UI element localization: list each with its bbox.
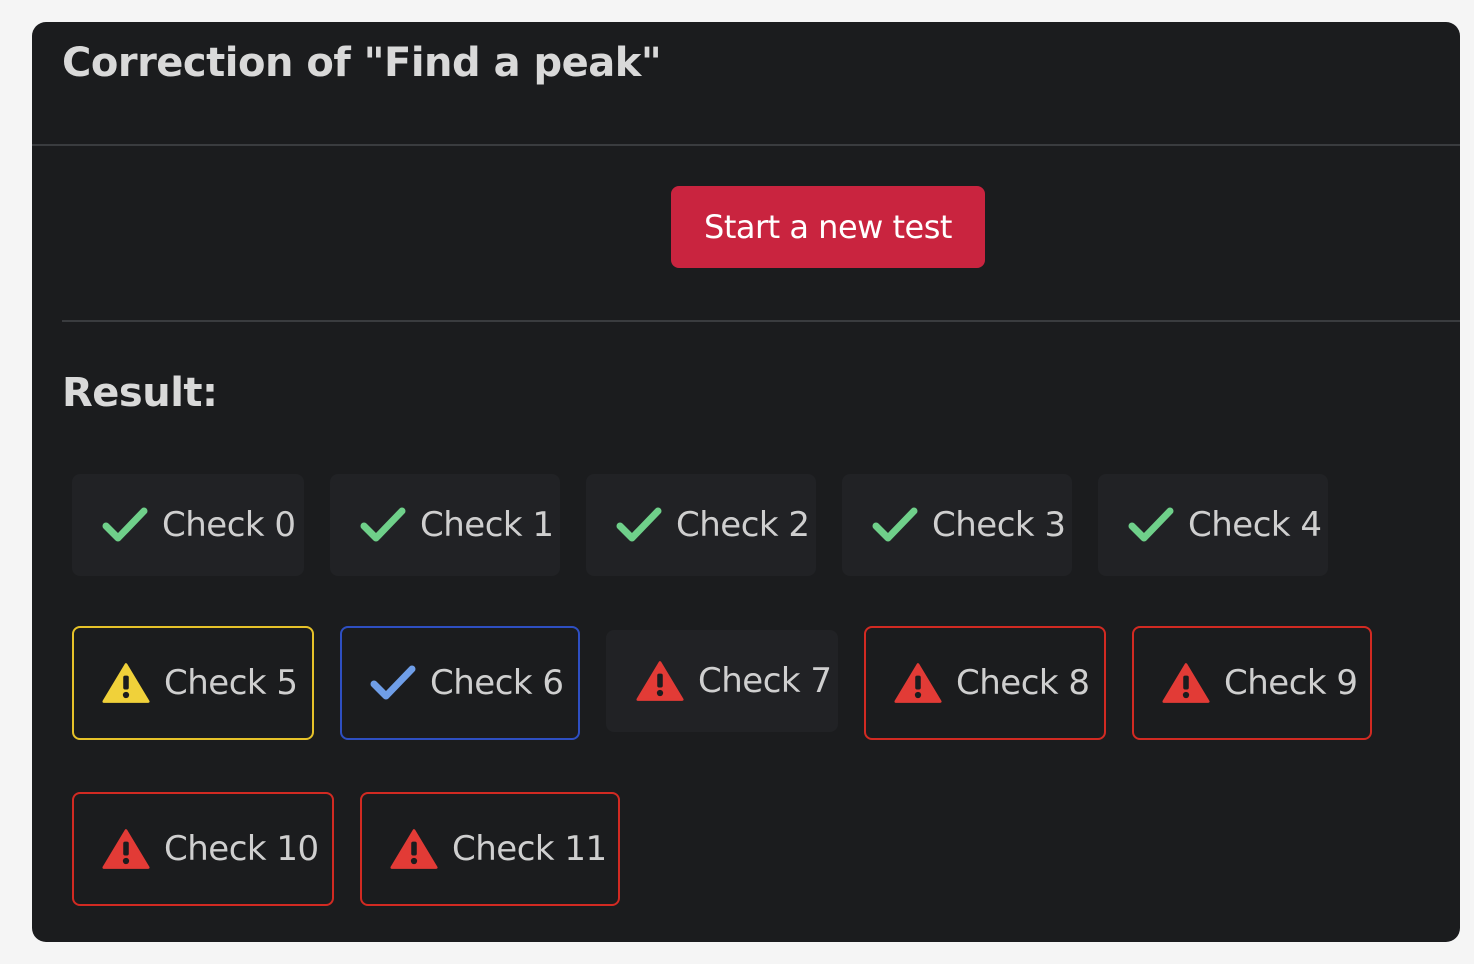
check-7-chip[interactable]: Check 7 xyxy=(606,630,838,732)
check-0-chip[interactable]: Check 0 xyxy=(72,474,304,576)
checkmark-icon xyxy=(616,501,662,549)
check-label: Check 3 xyxy=(932,505,1066,545)
checks-row-1: Check 0 Check 1 Check 2 Check 3 Check 4 xyxy=(72,474,1328,576)
result-heading: Result: xyxy=(62,370,218,416)
check-label: Check 4 xyxy=(1188,505,1322,545)
checks-row-2: Check 5 Check 6 Check 7 Check 8 Check 9 xyxy=(72,626,1372,740)
check-8-chip[interactable]: Check 8 xyxy=(864,626,1106,740)
checkmark-icon xyxy=(1128,501,1174,549)
check-5-chip[interactable]: Check 5 xyxy=(72,626,314,740)
check-label: Check 8 xyxy=(956,663,1090,703)
checkmark-icon xyxy=(102,501,148,549)
check-10-chip[interactable]: Check 10 xyxy=(72,792,334,906)
action-area: Start a new test xyxy=(32,146,1460,322)
check-label: Check 1 xyxy=(420,505,554,545)
check-label: Check 0 xyxy=(162,505,296,545)
warning-icon xyxy=(390,825,438,873)
check-label: Check 9 xyxy=(1224,663,1358,703)
start-new-test-button[interactable]: Start a new test xyxy=(671,186,985,268)
correction-card: Correction of "Find a peak" Start a new … xyxy=(32,22,1460,942)
warning-icon xyxy=(102,659,150,707)
warning-icon xyxy=(102,825,150,873)
check-9-chip[interactable]: Check 9 xyxy=(1132,626,1372,740)
check-label: Check 7 xyxy=(698,661,832,701)
check-11-chip[interactable]: Check 11 xyxy=(360,792,620,906)
check-label: Check 11 xyxy=(452,829,607,869)
warning-icon xyxy=(894,659,942,707)
check-4-chip[interactable]: Check 4 xyxy=(1098,474,1328,576)
check-label: Check 6 xyxy=(430,663,564,703)
checkmark-icon xyxy=(370,659,416,707)
check-label: Check 5 xyxy=(164,663,298,703)
warning-icon xyxy=(1162,659,1210,707)
warning-icon xyxy=(636,657,684,705)
check-3-chip[interactable]: Check 3 xyxy=(842,474,1072,576)
checks-row-3: Check 10 Check 11 xyxy=(72,792,620,906)
section-divider xyxy=(62,320,1460,322)
card-header: Correction of "Find a peak" xyxy=(32,22,1460,146)
check-6-chip[interactable]: Check 6 xyxy=(340,626,580,740)
page-title: Correction of "Find a peak" xyxy=(62,39,662,86)
check-label: Check 2 xyxy=(676,505,810,545)
checkmark-icon xyxy=(360,501,406,549)
checkmark-icon xyxy=(872,501,918,549)
check-label: Check 10 xyxy=(164,829,319,869)
check-2-chip[interactable]: Check 2 xyxy=(586,474,816,576)
check-1-chip[interactable]: Check 1 xyxy=(330,474,560,576)
